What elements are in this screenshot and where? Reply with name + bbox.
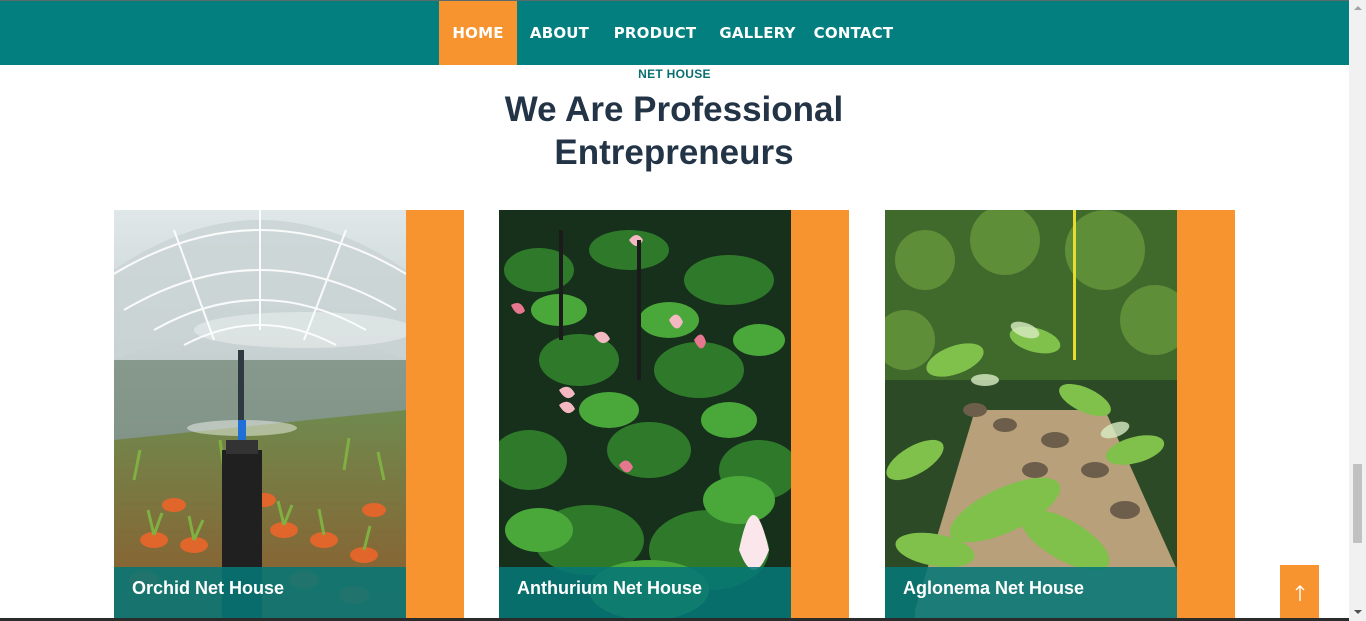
card-title: Anthurium Net House xyxy=(499,567,791,621)
section-title-line1: We Are Professional xyxy=(504,90,844,129)
nav-about[interactable]: ABOUT xyxy=(517,1,602,65)
top-navbar: HOME ABOUT PRODUCT GALLERY CONTACT xyxy=(0,0,1349,65)
anthurium-net-house-photo xyxy=(499,210,791,621)
nav-product[interactable]: PRODUCT xyxy=(602,1,708,65)
main-menu: HOME ABOUT PRODUCT GALLERY CONTACT xyxy=(439,1,900,65)
scroll-up-arrow-icon[interactable] xyxy=(1349,0,1366,17)
card-title: Orchid Net House xyxy=(114,567,406,621)
card-orchid-net-house[interactable]: Orchid Net House xyxy=(114,210,464,621)
arrow-up-icon xyxy=(1295,585,1304,601)
card-title: Aglonema Net House xyxy=(885,567,1177,621)
card-anthurium-net-house[interactable]: Anthurium Net House xyxy=(499,210,849,621)
section-title-line2: Entrepreneurs xyxy=(554,133,794,172)
scroll-thumb[interactable] xyxy=(1353,464,1362,543)
orchid-net-house-photo xyxy=(114,210,406,621)
nav-gallery[interactable]: GALLERY xyxy=(708,1,807,65)
scroll-down-arrow-icon[interactable] xyxy=(1349,604,1366,621)
section-title: We Are Professional Entrepreneurs xyxy=(474,88,874,174)
nav-home[interactable]: HOME xyxy=(439,1,517,65)
nav-contact[interactable]: CONTACT xyxy=(807,1,900,65)
back-to-top-button[interactable] xyxy=(1280,565,1319,621)
section-eyebrow: NET HOUSE xyxy=(638,67,711,81)
aglonema-net-house-photo xyxy=(885,210,1177,621)
page-scrollbar[interactable] xyxy=(1349,0,1366,621)
card-aglonema-net-house[interactable]: Aglonema Net House xyxy=(885,210,1235,621)
